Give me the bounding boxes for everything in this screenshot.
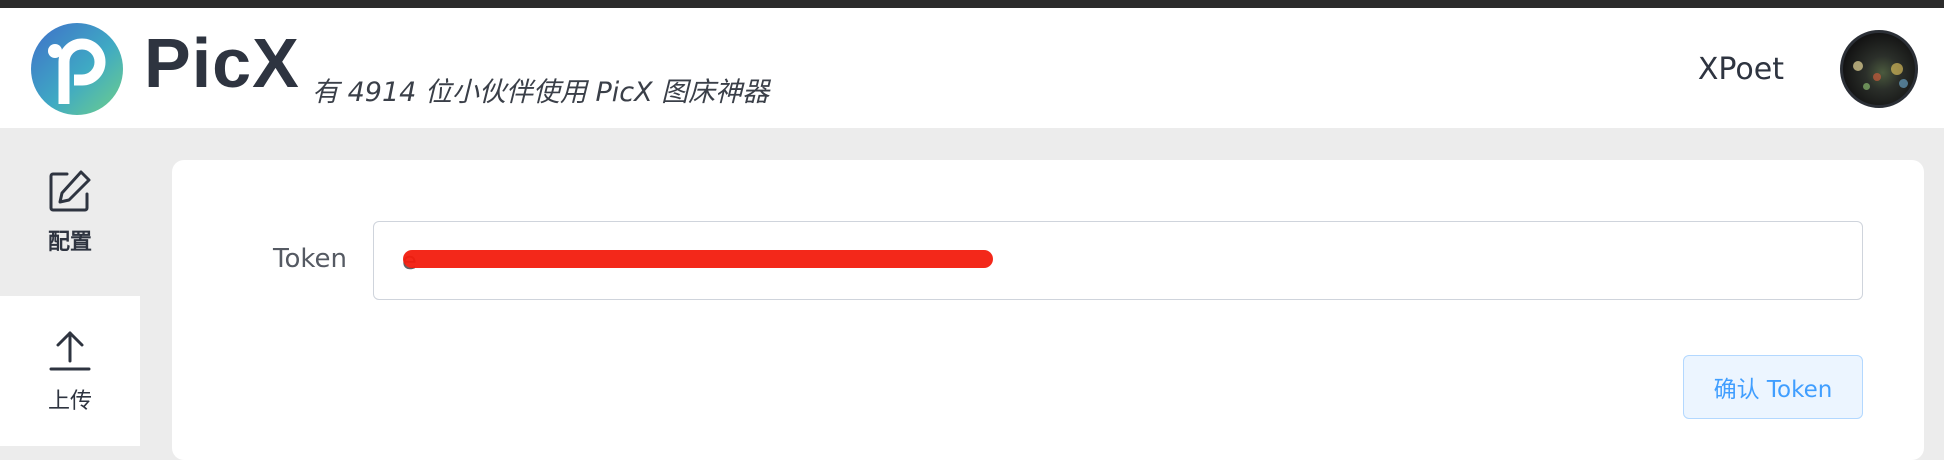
upload-icon xyxy=(49,331,91,371)
sidebar-item-label: 配置 xyxy=(47,230,92,255)
window-top-strip xyxy=(0,0,1944,8)
avatar[interactable] xyxy=(1840,30,1918,108)
sidebar-item-label: 上传 xyxy=(47,389,92,414)
sidebar-item-upload[interactable]: 上传 xyxy=(0,296,140,446)
confirm-token-button[interactable]: 确认 Token xyxy=(1683,355,1863,419)
config-card xyxy=(172,160,1924,460)
picx-logo[interactable] xyxy=(30,22,124,116)
user-count-tagline: 有 4914 位小伙伴使用 PicX 图床神器 xyxy=(312,77,770,108)
sidebar: 配置 上传 xyxy=(0,128,140,446)
brand-title: PicX xyxy=(144,24,300,102)
sidebar-item-config[interactable]: 配置 xyxy=(0,128,140,296)
app-header: PicX 有 4914 位小伙伴使用 PicX 图床神器 XPoet xyxy=(0,8,1944,128)
token-redaction-mark xyxy=(403,250,993,268)
username[interactable]: XPoet xyxy=(1698,52,1784,87)
token-label: Token xyxy=(273,244,347,274)
edit-icon xyxy=(49,170,91,212)
